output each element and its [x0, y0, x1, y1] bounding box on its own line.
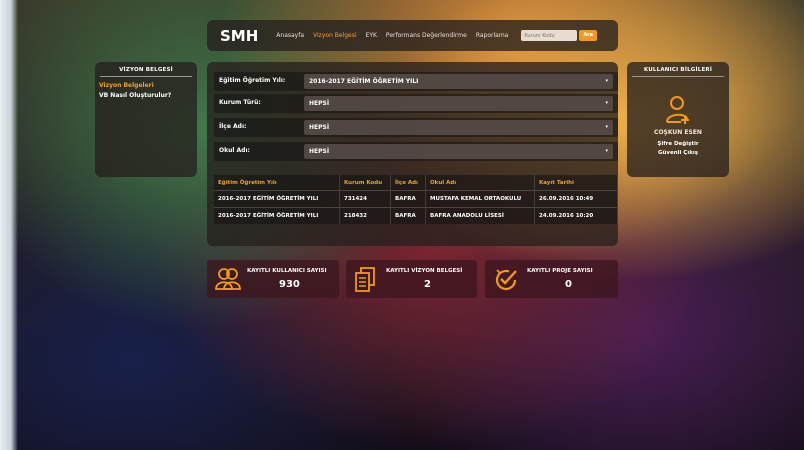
cell-okul: MUSTAFA KEMAL ORTAOKULU: [425, 190, 535, 208]
okul-select[interactable]: HEPSİ ▾: [304, 144, 613, 159]
nav-raporlama[interactable]: Raporlama: [476, 32, 509, 39]
cell-kayit-tarihi: 24.09.2016 10:20: [534, 207, 618, 224]
cell-ilce: BAFRA: [390, 190, 426, 208]
chevron-down-icon: ▾: [605, 100, 608, 106]
form-row-okul: Okul Adı: HEPSİ ▾: [214, 142, 618, 161]
year-select-value: 2016-2017 EĞİTİM ÖĞRETİM YILI: [309, 78, 419, 85]
sidebar-item-vb-nasil[interactable]: VB Nasıl Oluşturulur?: [99, 92, 197, 99]
search-input[interactable]: [521, 30, 578, 41]
cell-year: 2016-2017 EĞİTİM ÖĞRETİM YILI: [214, 207, 340, 224]
stat-value-vizyon: 2: [424, 279, 431, 290]
form-row-kurum-turu: Kurum Türü: HEPSİ ▾: [214, 94, 618, 113]
kurum-turu-select[interactable]: HEPSİ ▾: [304, 96, 613, 111]
users-icon: [215, 268, 241, 290]
results-table: Eğitim Öğretim Yılı Kurum Kodu İlçe Adı …: [214, 175, 618, 224]
col-header-year[interactable]: Eğitim Öğretim Yılı: [214, 175, 340, 191]
sidebar-item-vizyon-belgeleri[interactable]: Vizyon Belgeleri: [99, 82, 197, 89]
year-label: Eğitim Öğretim Yılı:: [219, 77, 286, 84]
logo[interactable]: SMH: [220, 27, 258, 45]
stat-card-vizyon: KAYITLI VİZYON BELGESİ 2: [346, 260, 477, 298]
top-navbar: SMH Anasayfa Vizyon Belgesi EYK Performa…: [207, 20, 618, 51]
sidebar-title: VİZYON BELGESİ: [119, 67, 173, 73]
cell-kurum-kodu: 731424: [339, 190, 391, 208]
cell-okul: BAFRA ANADOLU LİSESİ: [425, 207, 535, 224]
nav-anasayfa[interactable]: Anasayfa: [276, 32, 304, 39]
stat-value-users: 930: [279, 279, 300, 290]
kurum-turu-label: Kurum Türü:: [219, 99, 261, 106]
kurum-turu-value: HEPSİ: [309, 100, 330, 107]
nav-eyk[interactable]: EYK: [366, 32, 377, 39]
change-password-link[interactable]: Şifre Değiştir: [627, 141, 729, 147]
nav-vizyon-belgesi[interactable]: Vizyon Belgesi: [313, 32, 357, 39]
form-row-ilce: İlçe Adı: HEPSİ ▾: [214, 118, 618, 137]
logout-link[interactable]: Güvenli Çıkış: [627, 150, 729, 156]
chevron-down-icon: ▾: [605, 124, 608, 130]
stat-label-users: KAYITLI KULLANICI SAYISI: [247, 268, 327, 274]
search-button[interactable]: Ara: [579, 30, 598, 41]
cell-kurum-kodu: 218432: [339, 207, 391, 224]
col-header-kurum-kodu[interactable]: Kurum Kodu: [339, 175, 391, 191]
okul-value: HEPSİ: [309, 148, 330, 155]
user-panel: KULLANICI BİLGİLERİ COŞKUN ESEN Şifre De…: [627, 62, 729, 177]
stat-value-proje: 0: [565, 279, 572, 290]
left-edge-decoration: [0, 0, 18, 450]
cell-year: 2016-2017 EĞİTİM ÖĞRETİM YILI: [214, 190, 340, 208]
okul-label: Okul Adı:: [219, 147, 250, 154]
sidebar-divider: [100, 76, 192, 77]
stat-label-proje: KAYITLI PROJE SAYISI: [527, 268, 593, 274]
col-header-kayit-tarihi[interactable]: Kayıt Tarihi: [534, 175, 618, 191]
user-panel-divider: [632, 76, 724, 77]
user-name: COŞKUN ESEN: [654, 129, 702, 136]
chevron-down-icon: ▾: [605, 78, 608, 84]
cell-ilce: BAFRA: [390, 207, 426, 224]
search-group: Ara: [521, 30, 598, 41]
documents-icon: [355, 267, 375, 292]
user-panel-title: KULLANICI BİLGİLERİ: [643, 67, 713, 73]
nav-performans[interactable]: Performans Değerlendirme: [386, 32, 467, 39]
table-row[interactable]: 2016-2017 EĞİTİM ÖĞRETİM YILI 218432 BAF…: [214, 207, 618, 224]
col-header-okul[interactable]: Okul Adı: [425, 175, 535, 191]
stat-label-vizyon: KAYITLI VİZYON BELGESİ: [386, 268, 463, 274]
col-header-ilce[interactable]: İlçe Adı: [390, 175, 426, 191]
table-row[interactable]: 2016-2017 EĞİTİM ÖĞRETİM YILI 731424 BAF…: [214, 190, 618, 208]
table-header-row: Eğitim Öğretim Yılı Kurum Kodu İlçe Adı …: [214, 175, 618, 191]
left-sidebar: VİZYON BELGESİ Vizyon Belgeleri VB Nasıl…: [95, 62, 197, 177]
ilce-select[interactable]: HEPSİ ▾: [304, 120, 613, 135]
form-row-year: Eğitim Öğretim Yılı: 2016-2017 EĞİTİM ÖĞ…: [214, 72, 618, 91]
ilce-label: İlçe Adı:: [219, 123, 247, 130]
main-content: Eğitim Öğretim Yılı: 2016-2017 EĞİTİM ÖĞ…: [207, 62, 618, 246]
user-add-icon: [666, 96, 689, 124]
stat-card-proje: KAYITLI PROJE SAYISI 0: [485, 260, 618, 298]
chevron-down-icon: ▾: [605, 148, 608, 154]
cell-kayit-tarihi: 26.09.2016 10:49: [534, 190, 618, 208]
year-select[interactable]: 2016-2017 EĞİTİM ÖĞRETİM YILI ▾: [304, 74, 613, 89]
stat-card-users: KAYITLI KULLANICI SAYISI 930: [207, 260, 339, 298]
ilce-value: HEPSİ: [309, 124, 330, 131]
check-badge-icon: [495, 269, 517, 291]
